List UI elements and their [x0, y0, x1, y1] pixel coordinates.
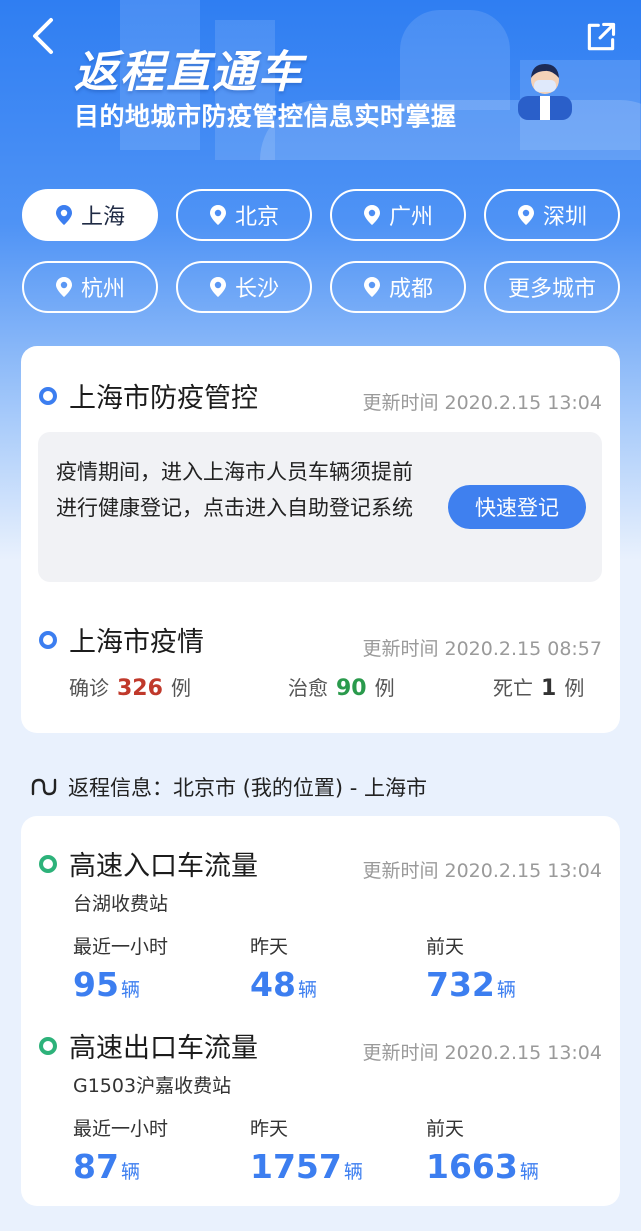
- control-section-title: 上海市防疫管控: [39, 376, 258, 415]
- control-title: 上海市防疫管控: [69, 383, 258, 414]
- page-title: 返程直通车: [74, 47, 304, 98]
- city-chip-chengdu[interactable]: 成都: [330, 261, 466, 313]
- city-label: 长沙: [234, 277, 279, 302]
- flow-unit: 辆: [297, 979, 317, 1001]
- city-chip-hangzhou[interactable]: 杭州: [22, 261, 158, 313]
- cured-stat: 治愈 90 例: [288, 672, 395, 701]
- city-label: 杭州: [80, 277, 125, 302]
- exit-title: 高速出口车流量: [69, 1033, 258, 1064]
- epidemic-section-title: 上海市疫情: [39, 620, 204, 659]
- back-button[interactable]: [22, 14, 62, 58]
- location-pin-icon: [517, 205, 534, 225]
- death-count: 1: [541, 676, 557, 701]
- epidemic-stats: 确诊 326 例 治愈 90 例 死亡 1 例: [69, 672, 609, 702]
- city-chip-shanghai[interactable]: 上海: [22, 189, 158, 241]
- confirmed-stat: 确诊 326 例: [69, 672, 191, 701]
- confirmed-label: 确诊: [69, 676, 109, 700]
- exit-day-before: 前天 1663 辆: [426, 1114, 539, 1186]
- death-stat: 死亡 1 例: [493, 672, 584, 701]
- period-label: 最近一小时: [73, 936, 169, 958]
- flow-value: 87: [73, 1147, 119, 1186]
- city-selector: 上海 北京 广州 深圳 杭州 长沙 成都 更多城市: [22, 189, 620, 313]
- entry-last-hour: 最近一小时 95 辆: [73, 932, 168, 1004]
- entry-section-title: 高速入口车流量: [39, 844, 258, 883]
- period-label: 最近一小时: [73, 1118, 169, 1140]
- traffic-card: 高速入口车流量 更新时间 2020.2.15 13:04 台湖收费站 最近一小时…: [21, 816, 620, 1206]
- flow-value: 48: [250, 965, 296, 1004]
- ring-bullet-icon: [39, 854, 57, 873]
- cured-label: 治愈: [288, 676, 328, 700]
- entry-title: 高速入口车流量: [69, 851, 258, 882]
- share-icon: [587, 22, 616, 51]
- city-chip-guangzhou[interactable]: 广州: [330, 189, 466, 241]
- exit-section-title: 高速出口车流量: [39, 1026, 258, 1065]
- city-info-card: 上海市防疫管控 更新时间 2020.2.15 13:04 疫情期间，进入上海市人…: [21, 346, 620, 733]
- route-icon: [31, 778, 57, 796]
- page-subtitle: 目的地城市防疫管控信息实时掌握: [74, 102, 457, 131]
- entry-station: 台湖收费站: [73, 893, 169, 915]
- entry-yesterday: 昨天 48 辆: [250, 932, 317, 1004]
- period-label: 昨天: [250, 1118, 289, 1140]
- ring-bullet-icon: [39, 1036, 57, 1055]
- flow-value: 95: [73, 965, 119, 1004]
- flow-unit: 辆: [120, 1161, 140, 1183]
- cured-count: 90: [336, 676, 367, 701]
- period-label: 前天: [426, 936, 465, 958]
- confirmed-count: 326: [117, 676, 163, 701]
- city-label: 上海: [80, 205, 125, 230]
- ring-bullet-icon: [39, 386, 57, 405]
- location-pin-icon: [55, 205, 72, 225]
- notice-text: 疫情期间，进入上海市人员车辆须提前进行健康登记，点击进入自助登记系统: [56, 460, 413, 520]
- quick-register-button[interactable]: 快速登记: [448, 485, 586, 529]
- flow-unit: 辆: [343, 1161, 363, 1183]
- city-label: 广州: [388, 205, 433, 230]
- location-pin-icon: [55, 277, 72, 297]
- flow-value: 732: [426, 965, 495, 1004]
- death-label: 死亡: [493, 676, 533, 700]
- flow-unit: 辆: [496, 979, 516, 1001]
- exit-station: G1503沪嘉收费站: [73, 1075, 232, 1097]
- building-decoration: [400, 10, 510, 110]
- city-label: 北京: [234, 205, 279, 230]
- flow-value: 1663: [426, 1147, 518, 1186]
- registration-notice: 疫情期间，进入上海市人员车辆须提前进行健康登记，点击进入自助登记系统 快速登记: [38, 432, 602, 582]
- control-update-time: 更新时间 2020.2.15 13:04: [362, 392, 602, 414]
- location-pin-icon: [363, 205, 380, 225]
- epidemic-title: 上海市疫情: [69, 627, 204, 658]
- driver-illustration: [518, 64, 572, 120]
- unit-label: 例: [564, 676, 585, 700]
- city-label: 成都: [388, 277, 433, 302]
- ring-bullet-icon: [39, 630, 57, 649]
- route-info: 返程信息：北京市 (我的位置) - 上海市: [30, 772, 427, 802]
- city-chip-changsha[interactable]: 长沙: [176, 261, 312, 313]
- unit-label: 例: [374, 676, 395, 700]
- route-text: 返程信息：北京市 (我的位置) - 上海市: [68, 776, 427, 800]
- location-pin-icon: [209, 205, 226, 225]
- more-cities-label: 更多城市: [507, 277, 596, 302]
- share-button[interactable]: [582, 18, 620, 56]
- chevron-left-icon: [33, 18, 53, 54]
- location-pin-icon: [363, 277, 380, 297]
- location-pin-icon: [209, 277, 226, 297]
- city-chip-beijing[interactable]: 北京: [176, 189, 312, 241]
- exit-last-hour: 最近一小时 87 辆: [73, 1114, 168, 1186]
- city-label: 深圳: [542, 205, 587, 230]
- flow-value: 1757: [250, 1147, 342, 1186]
- epidemic-update-time: 更新时间 2020.2.15 08:57: [362, 638, 602, 660]
- more-cities-button[interactable]: 更多城市: [484, 261, 620, 313]
- period-label: 昨天: [250, 936, 289, 958]
- exit-update-time: 更新时间 2020.2.15 13:04: [362, 1042, 602, 1064]
- entry-day-before: 前天 732 辆: [426, 932, 516, 1004]
- exit-yesterday: 昨天 1757 辆: [250, 1114, 363, 1186]
- entry-update-time: 更新时间 2020.2.15 13:04: [362, 860, 602, 882]
- flow-unit: 辆: [519, 1161, 539, 1183]
- city-chip-shenzhen[interactable]: 深圳: [484, 189, 620, 241]
- period-label: 前天: [426, 1118, 465, 1140]
- unit-label: 例: [170, 676, 191, 700]
- flow-unit: 辆: [120, 979, 140, 1001]
